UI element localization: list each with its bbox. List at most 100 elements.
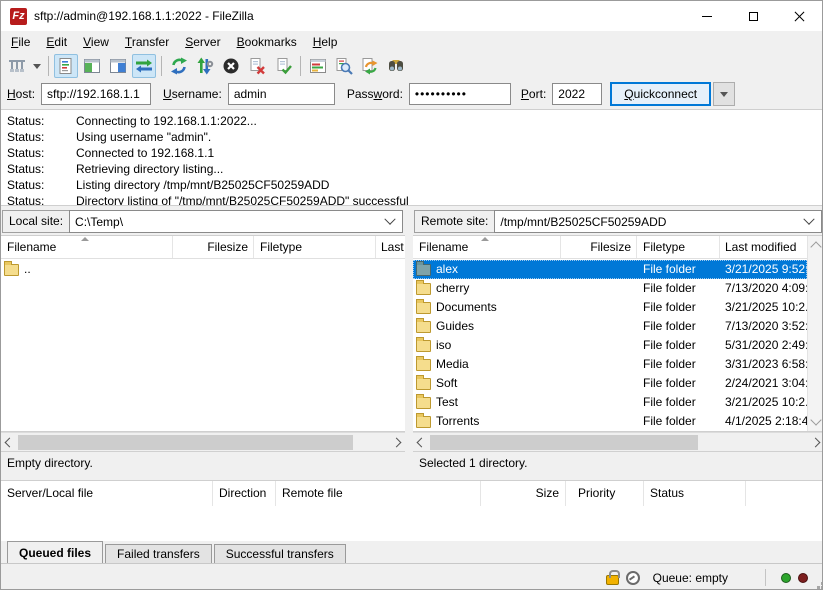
queue-column-size[interactable]: Size: [481, 481, 566, 506]
queue-column-remote-file[interactable]: Remote file: [276, 481, 481, 506]
scrollbar-thumb[interactable]: [18, 435, 353, 450]
cancel-button[interactable]: [219, 54, 243, 78]
file-type: File folder: [637, 412, 720, 431]
folder-icon: [416, 302, 431, 314]
tab-queued-files[interactable]: Queued files: [7, 541, 103, 563]
username-input[interactable]: [228, 83, 335, 105]
file-modified: 2/24/2021 3:04:: [720, 374, 807, 393]
local-column-last-modified[interactable]: Last modified: [376, 236, 405, 258]
scroll-left-icon[interactable]: [5, 438, 15, 448]
log-message: Connecting to 192.168.1.1:2022...: [76, 114, 257, 128]
remote-horizontal-scrollbar[interactable]: [413, 432, 823, 451]
remote-row-torrents[interactable]: Torrents File folder 4/1/2025 2:18:4: [413, 412, 807, 431]
quickconnect-dropdown[interactable]: [713, 82, 735, 106]
reconnect-button[interactable]: [271, 54, 295, 78]
maximize-button[interactable]: [730, 1, 776, 31]
menu-file[interactable]: File: [3, 32, 38, 52]
file-size: [561, 393, 637, 412]
directory-filter-icon: [309, 57, 327, 75]
log-status-label: Status:: [7, 113, 76, 129]
connection-indicator-red-icon: [798, 573, 808, 583]
toggle-message-log-button[interactable]: [54, 54, 78, 78]
scroll-right-icon[interactable]: [811, 438, 821, 448]
speed-limit-icon[interactable]: [626, 571, 640, 585]
port-input[interactable]: [552, 83, 602, 105]
tab-failed-transfers[interactable]: Failed transfers: [105, 544, 212, 563]
menu-help[interactable]: Help: [305, 32, 346, 52]
disconnect-button[interactable]: [245, 54, 269, 78]
file-name: Documents: [436, 298, 497, 317]
remote-vertical-scrollbar[interactable]: [807, 236, 823, 431]
log-message: Connected to 192.168.1.1: [76, 146, 214, 160]
directory-filter-button[interactable]: [306, 54, 330, 78]
menu-server[interactable]: Server: [177, 32, 228, 52]
close-button[interactable]: [776, 1, 822, 31]
site-manager-button[interactable]: [5, 54, 29, 78]
queue-column-status[interactable]: Status: [644, 481, 746, 506]
toggle-remote-tree-button[interactable]: [106, 54, 130, 78]
directory-comparison-button[interactable]: [332, 54, 356, 78]
scroll-down-icon[interactable]: [810, 414, 821, 425]
remote-column-last-modified[interactable]: Last modified: [720, 236, 807, 258]
remote-row-documents[interactable]: Documents File folder 3/21/2025 10:2.: [413, 298, 807, 317]
queue-column-direction[interactable]: Direction: [213, 481, 276, 506]
reconnect-icon: [274, 57, 292, 75]
lock-icon[interactable]: [606, 575, 619, 585]
queue-status-text: Queue: empty: [653, 571, 728, 585]
remote-column-filetype[interactable]: Filetype: [637, 236, 720, 258]
toolbar-separator: [161, 56, 162, 76]
file-size: [561, 279, 637, 298]
local-horizontal-scrollbar[interactable]: [1, 432, 405, 451]
queue-column-priority[interactable]: Priority: [566, 481, 644, 506]
site-manager-dropdown[interactable]: [30, 54, 44, 78]
queue-column-server-local-file[interactable]: Server/Local file: [1, 481, 213, 506]
local-column-filetype[interactable]: Filetype: [254, 236, 376, 258]
remote-row-alex[interactable]: alex File folder 3/21/2025 9:52:: [413, 260, 807, 279]
menu-bookmarks[interactable]: Bookmarks: [229, 32, 305, 52]
log-status-label: Status:: [7, 145, 76, 161]
queue-tabs: Queued files Failed transfers Successful…: [1, 541, 822, 563]
local-column-filesize[interactable]: Filesize: [173, 236, 254, 258]
resize-grip[interactable]: [817, 586, 820, 589]
log-status-label: Status:: [7, 161, 76, 177]
log-line: Status:Connecting to 192.168.1.1:2022...: [7, 113, 822, 129]
scroll-left-icon[interactable]: [417, 438, 427, 448]
synchronized-browsing-button[interactable]: [358, 54, 382, 78]
toggle-local-tree-button[interactable]: [80, 54, 104, 78]
remote-row-iso[interactable]: iso File folder 5/31/2020 2:49:: [413, 336, 807, 355]
scroll-right-icon[interactable]: [392, 438, 402, 448]
remote-row-soft[interactable]: Soft File folder 2/24/2021 3:04:: [413, 374, 807, 393]
scroll-up-icon[interactable]: [810, 241, 821, 252]
file-size: [561, 298, 637, 317]
tab-successful-transfers[interactable]: Successful transfers: [214, 544, 346, 563]
minimize-button[interactable]: [684, 1, 730, 31]
remote-site-combobox[interactable]: /tmp/mnt/B25025CF50259ADD: [494, 210, 822, 233]
refresh-button[interactable]: [167, 54, 191, 78]
menu-edit[interactable]: Edit: [38, 32, 75, 52]
remote-row-test[interactable]: Test File folder 3/21/2025 10:2.: [413, 393, 807, 412]
toggle-transfer-queue-button[interactable]: [132, 54, 156, 78]
quickconnect-button[interactable]: Quickconnect: [610, 82, 711, 106]
file-name: ..: [24, 260, 31, 279]
log-line: Status:Retrieving directory listing...: [7, 161, 822, 177]
menu-view[interactable]: View: [75, 32, 117, 52]
remote-row-media[interactable]: Media File folder 3/31/2023 6:58:: [413, 355, 807, 374]
remote-row-cherry[interactable]: cherry File folder 7/13/2020 4:09:: [413, 279, 807, 298]
remote-column-filesize[interactable]: Filesize: [561, 236, 637, 258]
log-line: Status:Directory listing of "/tmp/mnt/B2…: [7, 193, 822, 206]
local-site-combobox[interactable]: C:\Temp\: [69, 210, 403, 233]
remote-row-guides[interactable]: Guides File folder 7/13/2020 3:52:: [413, 317, 807, 336]
sort-asc-icon: [481, 237, 489, 241]
find-files-button[interactable]: [384, 54, 408, 78]
host-input[interactable]: [41, 83, 151, 105]
local-row-parent-dir[interactable]: ..: [1, 260, 405, 279]
password-input[interactable]: [409, 83, 511, 105]
file-modified: 3/21/2025 10:2.: [720, 393, 807, 412]
process-queue-button[interactable]: [193, 54, 217, 78]
scrollbar-thumb[interactable]: [430, 435, 698, 450]
local-path: C:\Temp\: [70, 215, 386, 229]
file-name: Media: [436, 355, 469, 374]
chevron-down-icon: [33, 64, 41, 69]
menu-transfer[interactable]: Transfer: [117, 32, 177, 52]
folder-icon: [416, 397, 431, 409]
